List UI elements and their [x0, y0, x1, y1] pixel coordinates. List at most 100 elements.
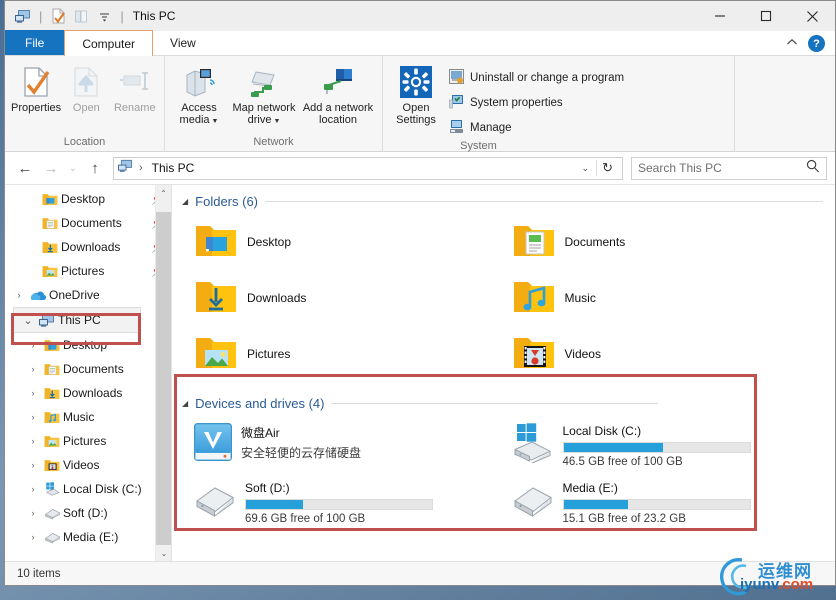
nav-item-desktop-quick[interactable]: Desktop 📌: [5, 187, 171, 211]
folder-item-documents[interactable]: Documents: [506, 214, 824, 270]
search-box[interactable]: Search This PC: [631, 156, 827, 180]
scroll-down-icon[interactable]: ⌄: [156, 545, 171, 561]
open-label: Open: [72, 102, 100, 114]
tab-view[interactable]: View: [153, 30, 213, 55]
nav-expander[interactable]: ›: [25, 460, 41, 470]
ribbon-group-location: Properties Open Rename Location: [5, 56, 165, 152]
nav-expander[interactable]: ›: [11, 290, 27, 300]
address-bar: ← → ⌄ ↑ › This PC ⌄ ↻ Search This PC: [5, 152, 835, 184]
open-settings-button[interactable]: Open Settings: [391, 61, 441, 126]
tab-file[interactable]: File: [5, 30, 65, 55]
device-item-weipan-air[interactable]: 微盘Air 安全轻便的云存储硬盘: [188, 417, 506, 474]
nav-scroll-thumb[interactable]: [156, 212, 171, 545]
nav-expander[interactable]: ›: [25, 388, 41, 398]
manage-button[interactable]: Manage: [447, 117, 630, 139]
nav-expander[interactable]: ›: [25, 436, 41, 446]
back-button[interactable]: ←: [13, 156, 37, 180]
add-network-label: Add a network location: [302, 102, 374, 126]
help-icon[interactable]: ?: [808, 35, 825, 52]
refresh-icon[interactable]: ↻: [596, 160, 618, 176]
nav-item-onedrive[interactable]: › OneDrive: [5, 283, 171, 307]
collapse-triangle-icon[interactable]: ◢: [182, 399, 188, 408]
nav-item-label: Documents: [63, 362, 124, 376]
properties-button[interactable]: Properties: [11, 61, 61, 114]
section-header-devices[interactable]: ◢ Devices and drives (4): [172, 382, 835, 413]
nav-item-desktop[interactable]: › Desktop: [5, 333, 171, 357]
folder-downloads-icon: [39, 240, 61, 254]
device-item-soft-d[interactable]: Soft (D:) 69.6 GB free of 100 GB: [188, 474, 506, 531]
nav-item-videos[interactable]: › Videos: [5, 453, 171, 477]
device-meta: 微盘Air 安全轻便的云存储硬盘: [241, 423, 500, 461]
maximize-button[interactable]: [743, 1, 789, 31]
nav-item-documents[interactable]: › Documents: [5, 357, 171, 381]
folder-item-downloads[interactable]: Downloads: [188, 270, 506, 326]
forward-button[interactable]: →: [39, 156, 63, 180]
breadcrumb-dropdown-icon[interactable]: ⌄: [575, 163, 597, 174]
nav-item-soft-d[interactable]: › Soft (D:): [5, 501, 171, 525]
folder-item-music[interactable]: Music: [506, 270, 824, 326]
add-network-icon: [321, 65, 355, 99]
new-folder-icon[interactable]: [71, 6, 91, 26]
ribbon-group-system: Open Settings Uninstall or change a prog…: [383, 56, 735, 152]
nav-item-pictures-quick[interactable]: Pictures 📌: [5, 259, 171, 283]
nav-item-downloads-quick[interactable]: Downloads 📌: [5, 235, 171, 259]
folder-item-desktop[interactable]: Desktop: [188, 214, 506, 270]
recent-locations-button[interactable]: ⌄: [65, 156, 81, 180]
open-button[interactable]: Open: [63, 61, 109, 114]
breadcrumb-this-pc[interactable]: This PC: [152, 161, 195, 175]
search-icon[interactable]: [806, 159, 820, 178]
nav-item-label: Downloads: [61, 240, 121, 254]
this-pc-icon[interactable]: [13, 6, 33, 26]
nav-expander[interactable]: ›: [25, 484, 41, 494]
nav-expander[interactable]: ›: [25, 412, 41, 422]
nav-item-local-disk-c[interactable]: › Local Disk (C:): [5, 477, 171, 501]
device-item-media-e[interactable]: Media (E:) 15.1 GB free of 23.2 GB: [506, 474, 824, 531]
nav-item-label: Media (E:): [63, 530, 119, 544]
folders-grid: Desktop Documents Downloads Music Pictur…: [172, 211, 835, 382]
map-network-drive-button[interactable]: Map network drive ▼: [227, 61, 301, 128]
windows-drive-icon: [41, 482, 63, 496]
minimize-button[interactable]: [697, 1, 743, 31]
folder-item-videos[interactable]: Videos: [506, 326, 824, 382]
nav-item-music[interactable]: › Music: [5, 405, 171, 429]
qat-dropdown-icon[interactable]: [94, 6, 114, 26]
nav-expander[interactable]: ›: [25, 340, 41, 350]
nav-expander[interactable]: ›: [25, 508, 41, 518]
search-input[interactable]: Search This PC: [638, 161, 806, 175]
nav-expander[interactable]: ›: [25, 532, 41, 542]
windows-drive-icon: [512, 423, 554, 468]
nav-expander[interactable]: ›: [25, 364, 41, 374]
scroll-up-icon[interactable]: ⌃: [156, 185, 171, 201]
rename-button[interactable]: Rename: [112, 61, 158, 114]
devices-grid: 微盘Air 安全轻便的云存储硬盘 Local Disk (C:) 46.5 GB…: [172, 413, 835, 531]
device-item-local-disk-c[interactable]: Local Disk (C:) 46.5 GB free of 100 GB: [506, 417, 824, 474]
window-title: This PC: [132, 9, 176, 23]
nav-item-pictures[interactable]: › Pictures: [5, 429, 171, 453]
add-network-location-button[interactable]: Add a network location: [301, 61, 375, 126]
access-media-button[interactable]: Access media ▼: [171, 61, 227, 128]
close-button[interactable]: [789, 1, 835, 31]
nav-item-documents-quick[interactable]: Documents 📌: [5, 211, 171, 235]
quick-access-toolbar: | |: [5, 6, 127, 26]
folder-label: Documents: [564, 235, 626, 249]
nav-item-media-e[interactable]: › Media (E:): [5, 525, 171, 549]
nav-item-this-pc[interactable]: ⌄ This PC: [13, 307, 141, 333]
uninstall-label: Uninstall or change a program: [470, 72, 625, 84]
up-button[interactable]: ↑: [83, 156, 107, 180]
section-header-folders[interactable]: ◢ Folders (6): [172, 185, 835, 211]
weipan-air-icon: [194, 423, 232, 466]
breadcrumb[interactable]: › This PC ⌄ ↻: [113, 156, 623, 180]
ribbon-group-system-label: System: [460, 140, 497, 152]
properties-icon[interactable]: [48, 6, 68, 26]
nav-item-downloads[interactable]: › Downloads: [5, 381, 171, 405]
collapse-ribbon-icon[interactable]: [786, 38, 798, 49]
ribbon: Properties Open Rename Location Access m…: [5, 56, 835, 152]
nav-scrollbar[interactable]: ⌃ ⌄: [155, 185, 171, 561]
collapse-triangle-icon[interactable]: ◢: [182, 197, 188, 206]
tab-computer[interactable]: Computer: [64, 30, 154, 56]
nav-expander[interactable]: ⌄: [20, 314, 36, 327]
folder-item-pictures[interactable]: Pictures: [188, 326, 506, 382]
system-properties-button[interactable]: System properties: [447, 92, 630, 114]
chevron-down-icon: ▼: [273, 118, 281, 125]
uninstall-program-button[interactable]: Uninstall or change a program: [447, 67, 630, 89]
